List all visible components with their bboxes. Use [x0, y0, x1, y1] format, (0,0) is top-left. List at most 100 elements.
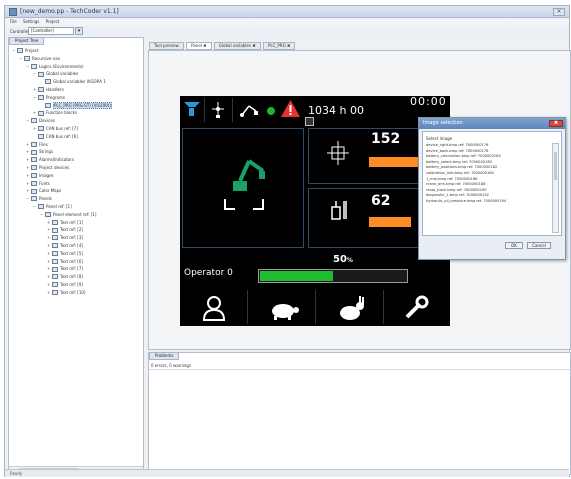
tree-item[interactable]: Global variables VIGORA 1 [9, 78, 143, 86]
tree-item[interactable]: CAN bus ref: [6] [9, 133, 143, 141]
chevron-down-icon[interactable]: ▾ [75, 27, 83, 35]
collapse-icon[interactable]: − [40, 212, 44, 217]
collapse-icon[interactable]: − [26, 119, 30, 123]
slow-mode-button[interactable] [250, 290, 316, 324]
tree-item[interactable]: + Color Maps [9, 187, 143, 195]
expand-icon[interactable]: + [47, 228, 51, 232]
tree-item[interactable]: + Text ref: [7] [9, 265, 143, 273]
tree-item[interactable]: + Text ref: [3] [9, 234, 143, 242]
fork-position-icon [327, 141, 349, 165]
tree-item[interactable]: − Devices [9, 117, 143, 125]
expand-icon[interactable]: + [26, 142, 30, 147]
fast-mode-button[interactable] [318, 290, 384, 324]
controller-select[interactable]: [Controller] [28, 27, 74, 35]
expand-icon[interactable]: + [26, 150, 30, 154]
tab-tool-preview[interactable]: Tool preview [149, 42, 184, 50]
text-icon [52, 219, 58, 225]
tab-global-variables[interactable]: Global variables ✖ [213, 42, 261, 50]
collapse-icon[interactable]: − [26, 64, 30, 69]
expand-icon[interactable]: + [26, 189, 30, 193]
vertical-scrollbar[interactable] [552, 143, 559, 233]
scrollbar-thumb[interactable] [554, 152, 557, 180]
expand-icon[interactable]: + [47, 267, 51, 271]
tree-item[interactable]: + Function blocks [9, 109, 143, 117]
tree-item[interactable]: + Fonts [9, 180, 143, 188]
tree-item[interactable]: − Global variables [9, 70, 143, 78]
ok-button[interactable]: OK [505, 242, 523, 249]
tree-item[interactable]: − Recursive nav [9, 55, 143, 63]
tree-item[interactable]: + Text ref: [8] [9, 273, 143, 281]
tree-item[interactable]: + CAN bus ref: [7] [9, 125, 143, 133]
collapse-icon[interactable]: − [12, 49, 16, 53]
tree-item[interactable]: − Logics (Environments) [9, 63, 143, 71]
cancel-button[interactable]: Cancel [527, 242, 551, 249]
tree-item[interactable]: − Programs [9, 94, 143, 102]
tree-item[interactable]: + Text ref: [10] [9, 289, 143, 297]
operator-button[interactable] [182, 290, 248, 324]
divider [204, 98, 205, 122]
tree-item[interactable]: + Text ref: [4] [9, 242, 143, 250]
settings-button[interactable] [384, 290, 450, 324]
expand-icon[interactable]: + [47, 251, 51, 256]
folder-icon [38, 71, 44, 77]
collapse-icon[interactable]: − [19, 56, 23, 61]
tree-item[interactable]: − Project [9, 47, 143, 55]
list-item[interactable]: hydraulic_oil_pressure.bmp ref: 70000001… [426, 199, 552, 205]
menu-file[interactable]: File [10, 18, 17, 26]
tree-item[interactable]: + Text ref: [6] [9, 258, 143, 266]
expand-icon[interactable]: + [47, 243, 51, 248]
dialog-close-button[interactable]: ✖ [549, 120, 563, 127]
project-tree-panel: Project Tree − Project − Recursive nav − Logi… [8, 37, 144, 473]
tree-item[interactable]: + Text ref: [1] [9, 219, 143, 227]
tree-item[interactable]: − Panel element ref: [1] [9, 211, 143, 219]
gear-icon [31, 157, 37, 163]
tab-plc-prg[interactable]: PLC_PRG ✖ [262, 42, 296, 50]
menu-project[interactable]: Project [46, 18, 60, 26]
tree-item[interactable]: + Strings [9, 148, 143, 156]
expand-icon[interactable]: + [33, 87, 37, 92]
collapse-icon[interactable]: − [33, 72, 37, 76]
expand-icon[interactable]: + [47, 259, 51, 264]
panel-icon [45, 211, 51, 217]
close-window-button[interactable]: × [553, 8, 565, 16]
tree-item[interactable]: + Project devices [9, 164, 143, 172]
tree-item-label: CAN bus ref: [6] [46, 133, 78, 139]
hmi-panel-preview[interactable]: 1034 h 00 00:00 152 62 50% Operator 0 [180, 95, 450, 326]
tab-panel[interactable]: Panel ✖ [186, 42, 212, 50]
image-list[interactable]: device_right.bmp ref: 7000000176 device_b… [426, 143, 552, 205]
tree-item[interactable]: + Alarms/Indicators [9, 156, 143, 164]
expand-icon[interactable]: + [47, 290, 51, 295]
expand-icon[interactable]: + [26, 158, 30, 162]
tree-item[interactable]: − Panel ref: [1] [9, 203, 143, 211]
image-icon [31, 172, 37, 178]
tree-item[interactable]: + Text ref: [2] [9, 226, 143, 234]
expand-icon[interactable]: + [47, 282, 51, 287]
text-icon [52, 235, 58, 241]
expand-icon[interactable]: + [47, 236, 51, 240]
tree-item[interactable]: PLC_PRG (PRG-ST) [VIGORA] [9, 101, 143, 110]
operator-label: Operator 0 [184, 268, 233, 278]
problems-tab[interactable]: Problems [149, 352, 180, 360]
collapse-icon[interactable]: − [33, 204, 37, 209]
tree-item[interactable]: + Handlers [9, 86, 143, 94]
tree-item[interactable]: + Text ref: [5] [9, 250, 143, 258]
project-tree-tab[interactable]: Project Tree [9, 37, 45, 45]
tree-item[interactable]: + Images [9, 172, 143, 180]
dialog-title-bar[interactable]: Image selection ✖ [419, 118, 565, 129]
move-handle-icon[interactable] [305, 117, 314, 126]
collapse-icon[interactable]: − [33, 95, 37, 100]
expand-icon[interactable]: + [26, 165, 30, 170]
expand-icon[interactable]: + [26, 181, 30, 186]
expand-icon[interactable]: + [26, 173, 30, 178]
collapse-icon[interactable]: − [26, 197, 30, 201]
tree-item[interactable]: + Files [9, 141, 143, 149]
text-icon [52, 227, 58, 233]
expand-icon[interactable]: + [47, 220, 51, 225]
expand-icon[interactable]: + [33, 111, 37, 115]
dialog-list-title: Select image [426, 136, 453, 141]
tree-item[interactable]: − Panels [9, 195, 143, 203]
tree-item[interactable]: + Text ref: [9] [9, 281, 143, 289]
menu-settings[interactable]: Settings [23, 18, 39, 26]
expand-icon[interactable]: + [47, 275, 51, 279]
expand-icon[interactable]: + [33, 126, 37, 131]
